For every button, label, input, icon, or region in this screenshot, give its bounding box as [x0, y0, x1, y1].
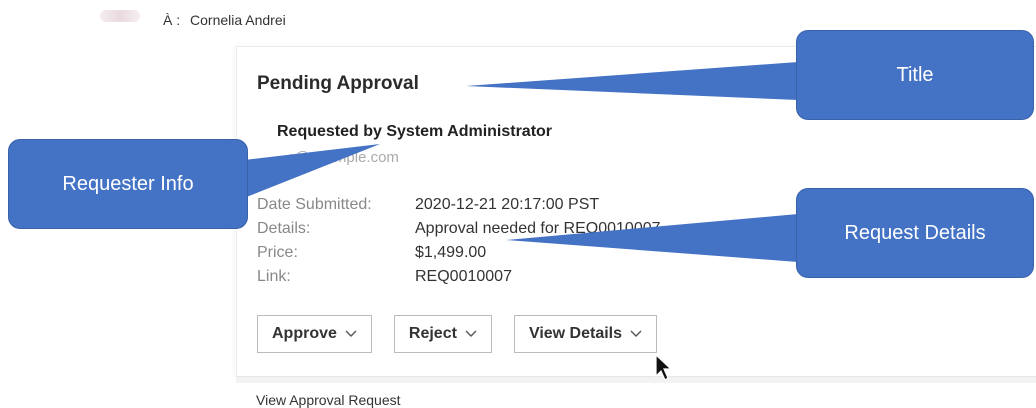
- requester-info-callout: Requester Info: [8, 139, 248, 229]
- detail-label: Price:: [257, 244, 298, 261]
- redacted-avatar: [100, 10, 140, 22]
- detail-value: 2020-12-21 20:17:00 PST: [415, 196, 600, 213]
- detail-label: Link:: [257, 268, 291, 285]
- mouse-cursor-icon: [654, 353, 674, 387]
- detail-value: Approval needed for REQ0010007: [415, 220, 661, 237]
- title-callout: Title: [796, 30, 1034, 120]
- view-details-button-label: View Details: [528, 325, 623, 342]
- request-details: Date Submitted: 2020-12-21 20:17:00 PST …: [257, 193, 661, 289]
- to-label: À :: [163, 12, 181, 28]
- footer-divider: [236, 376, 1036, 383]
- recipient-text: À : Cornelia Andrei: [163, 12, 286, 28]
- title-callout-label: Title: [896, 63, 934, 86]
- requester-email: ...r@example.com: [277, 149, 399, 166]
- recipient-name[interactable]: Cornelia Andrei: [190, 12, 286, 28]
- detail-row: Link: REQ0010007: [257, 265, 661, 289]
- chevron-down-icon: [630, 330, 642, 338]
- detail-value[interactable]: REQ0010007: [415, 268, 512, 286]
- detail-label: Details:: [257, 220, 311, 237]
- reject-button-label: Reject: [408, 325, 457, 342]
- request-details-callout-label: Request Details: [844, 221, 986, 244]
- card-title: Pending Approval: [257, 73, 419, 94]
- request-details-callout: Request Details: [796, 188, 1034, 278]
- detail-value: $1,499.00: [415, 244, 487, 261]
- approve-button-label: Approve: [272, 325, 337, 342]
- recipient-line: À : Cornelia Andrei: [0, 0, 420, 40]
- approve-button[interactable]: Approve: [257, 315, 372, 353]
- chevron-down-icon: [345, 330, 357, 338]
- chevron-down-icon: [465, 330, 477, 338]
- view-details-button[interactable]: View Details: [513, 315, 658, 353]
- detail-row: Price: $1,499.00: [257, 241, 661, 265]
- detail-row: Details: Approval needed for REQ0010007: [257, 217, 661, 241]
- requester-info-callout-label: Requester Info: [62, 172, 194, 195]
- requester-name: Requested by System Administrator: [277, 123, 553, 140]
- detail-label: Date Submitted:: [257, 196, 372, 213]
- view-approval-request-link[interactable]: View Approval Request: [256, 392, 401, 408]
- action-buttons: Approve Reject View Details: [257, 315, 658, 353]
- reject-button[interactable]: Reject: [393, 315, 492, 353]
- detail-row: Date Submitted: 2020-12-21 20:17:00 PST: [257, 193, 661, 217]
